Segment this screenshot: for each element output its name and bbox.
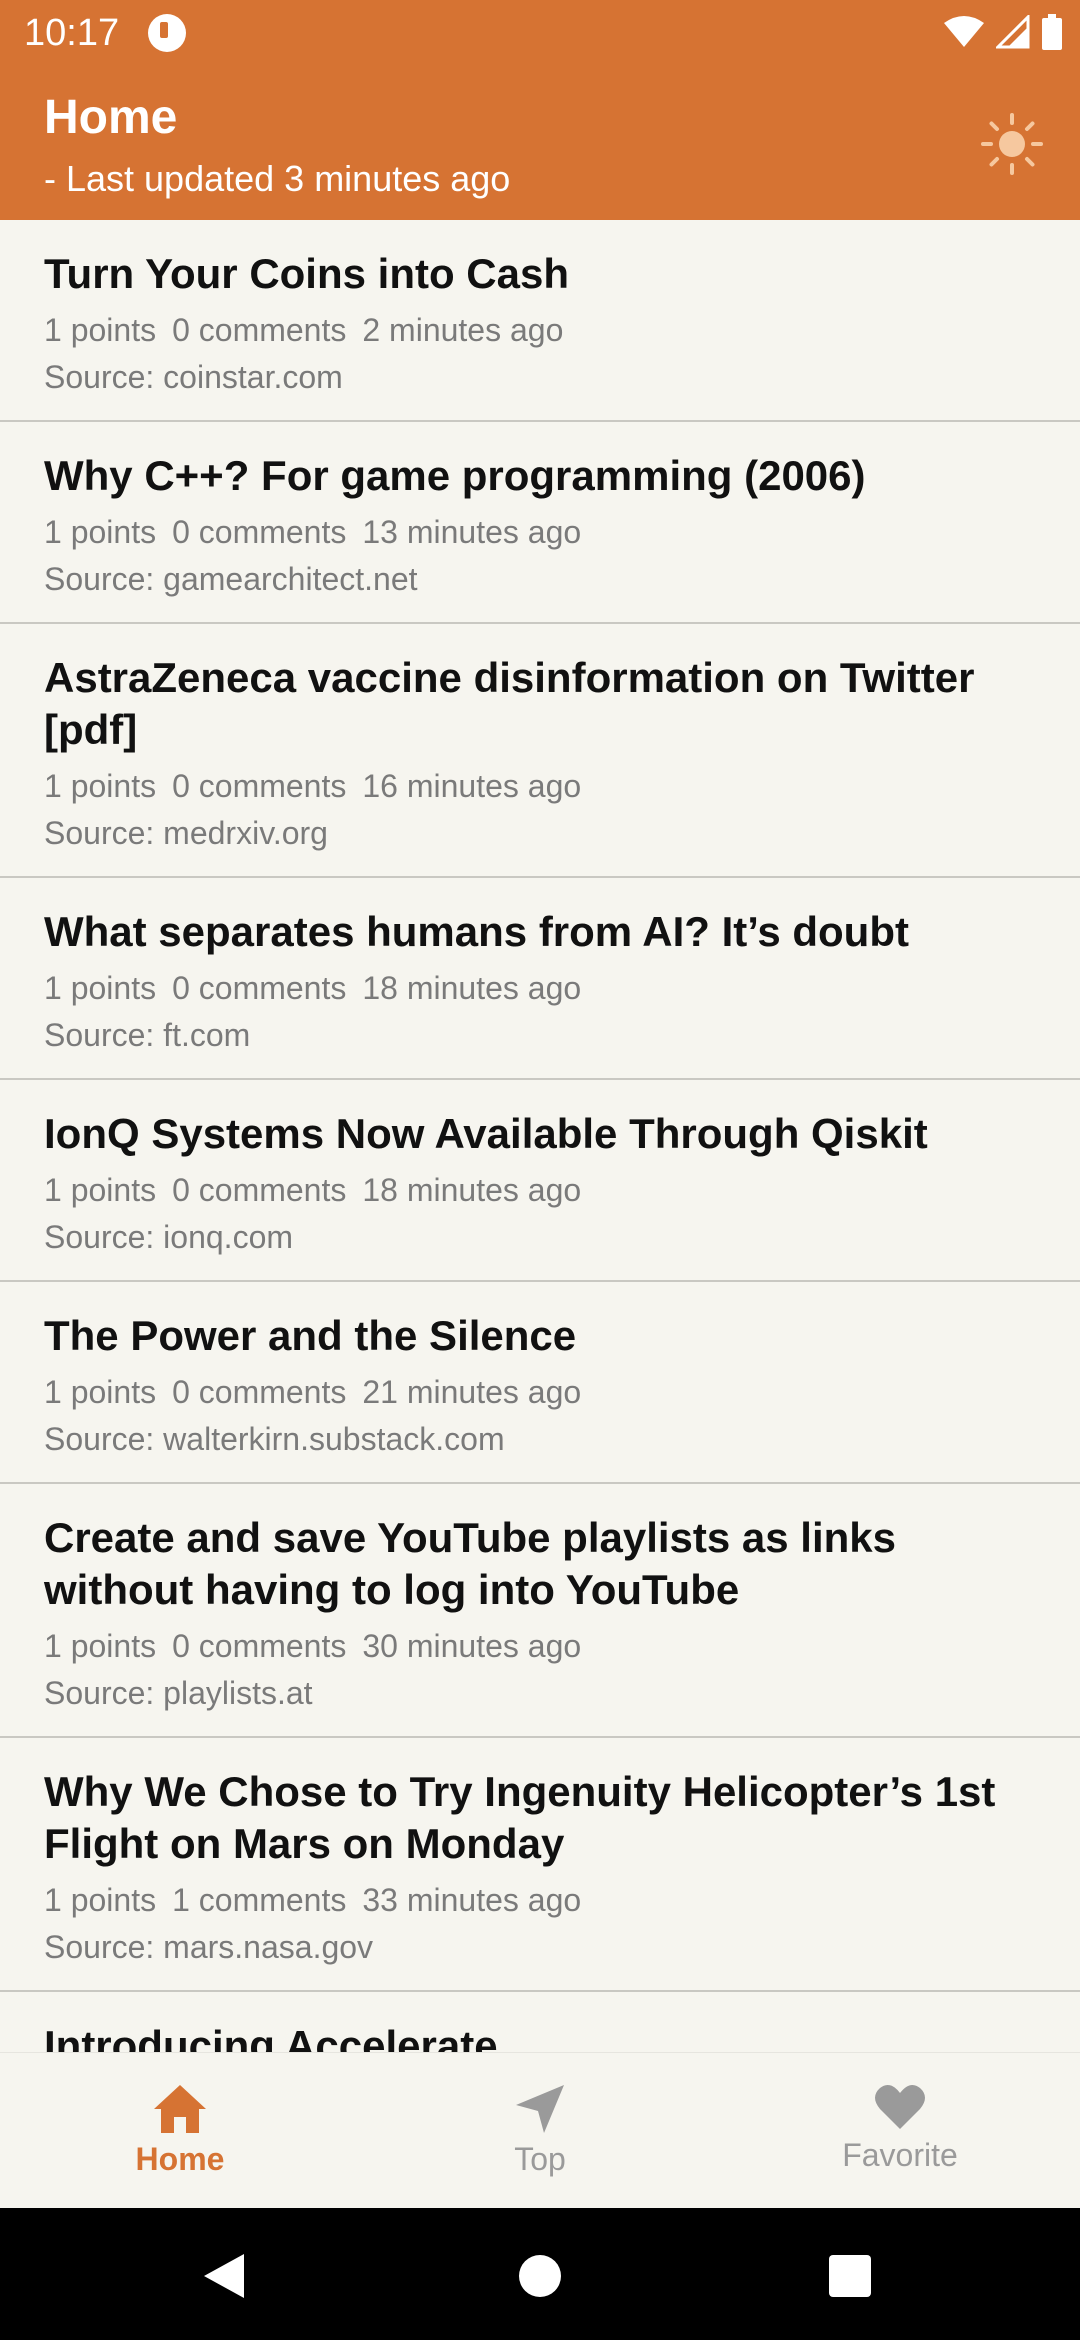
story-meta: 1 points 0 comments 16 minutes ago xyxy=(44,768,1036,805)
story-title: What separates humans from AI? It’s doub… xyxy=(44,908,909,955)
story-title: Why We Chose to Try Ingenuity Helicopter… xyxy=(44,1768,996,1867)
back-icon[interactable] xyxy=(202,2252,246,2300)
story-points: 1 points xyxy=(44,970,157,1006)
story-meta: 1 points 0 comments 2 minutes ago xyxy=(44,312,1036,349)
story-comments: 0 comments xyxy=(172,514,347,550)
story-points: 1 points xyxy=(44,1882,157,1918)
story-comments: 0 comments xyxy=(172,970,347,1006)
last-updated-text: - Last updated 3 minutes ago xyxy=(44,158,511,199)
story-item[interactable]: Introducing Accelerate xyxy=(0,1992,1080,2052)
home-icon xyxy=(154,2085,206,2133)
nav-item-home[interactable]: Home xyxy=(0,2053,360,2209)
status-icons xyxy=(944,14,1062,50)
story-source: Source: gamearchitect.net xyxy=(44,561,418,597)
story-title: Why C++? For game programming (2006) xyxy=(44,452,866,499)
story-points: 1 points xyxy=(44,1172,157,1208)
status-time: 10:17 xyxy=(24,12,120,54)
story-item[interactable]: What separates humans from AI? It’s doub… xyxy=(0,878,1080,1080)
nav-item-favorite[interactable]: Favorite xyxy=(720,2053,1080,2209)
recents-icon[interactable] xyxy=(828,2254,872,2298)
navigation-arrow-icon xyxy=(516,2085,564,2133)
status-bar: 10:17 xyxy=(0,0,1080,66)
story-item[interactable]: IonQ Systems Now Available Through Qiski… xyxy=(0,1080,1080,1282)
nav-label-favorite: Favorite xyxy=(842,2137,958,2173)
story-comments: 0 comments xyxy=(172,1172,347,1208)
story-item[interactable]: Turn Your Coins into Cash 1 points 0 com… xyxy=(0,220,1080,422)
story-title: AstraZeneca vaccine disinformation on Tw… xyxy=(44,654,975,753)
story-title: The Power and the Silence xyxy=(44,1312,577,1359)
story-title: IonQ Systems Now Available Through Qiski… xyxy=(44,1110,928,1157)
battery-icon xyxy=(1042,14,1062,50)
story-time: 16 minutes ago xyxy=(362,768,582,804)
heart-icon xyxy=(875,2084,925,2129)
story-title: Introducing Accelerate xyxy=(44,2022,498,2052)
theme-toggle-button[interactable] xyxy=(980,112,1044,176)
story-item[interactable]: Why C++? For game programming (2006) 1 p… xyxy=(0,422,1080,624)
nav-item-top[interactable]: Top xyxy=(360,2053,720,2209)
story-points: 1 points xyxy=(44,768,157,804)
story-comments: 0 comments xyxy=(172,1628,347,1664)
story-item[interactable]: AstraZeneca vaccine disinformation on Tw… xyxy=(0,624,1080,878)
story-source: Source: ft.com xyxy=(44,1017,251,1053)
wifi-icon xyxy=(944,16,984,47)
story-meta: 1 points 0 comments 18 minutes ago xyxy=(44,1172,1036,1209)
story-meta: 1 points 0 comments 30 minutes ago xyxy=(44,1628,1036,1665)
story-source: Source: walterkirn.substack.com xyxy=(44,1421,505,1457)
story-item[interactable]: Why We Chose to Try Ingenuity Helicopter… xyxy=(0,1738,1080,1992)
story-points: 1 points xyxy=(44,1374,157,1410)
system-navigation-bar xyxy=(0,2208,1080,2340)
story-title: Turn Your Coins into Cash xyxy=(44,250,569,297)
story-time: 30 minutes ago xyxy=(362,1628,582,1664)
story-comments: 1 comments xyxy=(172,1882,347,1918)
nav-label-home: Home xyxy=(135,2141,225,2177)
story-time: 33 minutes ago xyxy=(362,1882,582,1918)
story-meta: 1 points 0 comments 13 minutes ago xyxy=(44,514,1036,551)
story-item[interactable]: Create and save YouTube playlists as lin… xyxy=(0,1484,1080,1738)
story-time: 13 minutes ago xyxy=(362,514,582,550)
story-list[interactable]: Turn Your Coins into Cash 1 points 0 com… xyxy=(0,220,1080,2052)
story-comments: 0 comments xyxy=(172,1374,347,1410)
story-source: Source: playlists.at xyxy=(44,1675,313,1711)
story-source: Source: mars.nasa.gov xyxy=(44,1929,374,1965)
story-points: 1 points xyxy=(44,312,157,348)
story-points: 1 points xyxy=(44,514,157,550)
signal-icon xyxy=(996,15,1030,49)
story-meta: 1 points 1 comments 33 minutes ago xyxy=(44,1882,1036,1919)
sun-icon xyxy=(981,113,1043,175)
story-time: 18 minutes ago xyxy=(362,970,582,1006)
story-source: Source: medrxiv.org xyxy=(44,815,328,851)
story-source: Source: ionq.com xyxy=(44,1219,294,1255)
bottom-navigation: Home Top Favorite xyxy=(0,2052,1080,2209)
home-circle-icon[interactable] xyxy=(518,2254,562,2298)
story-points: 1 points xyxy=(44,1628,157,1664)
story-comments: 0 comments xyxy=(172,768,347,804)
app-notification-icon xyxy=(148,14,186,52)
app-bar: Home - Last updated 3 minutes ago xyxy=(0,66,1080,220)
story-time: 2 minutes ago xyxy=(362,312,564,348)
story-item[interactable]: The Power and the Silence 1 points 0 com… xyxy=(0,1282,1080,1484)
story-source: Source: coinstar.com xyxy=(44,359,343,395)
story-time: 18 minutes ago xyxy=(362,1172,582,1208)
story-meta: 1 points 0 comments 18 minutes ago xyxy=(44,970,1036,1007)
story-title: Create and save YouTube playlists as lin… xyxy=(44,1514,897,1613)
page-title: Home xyxy=(44,91,178,144)
story-meta: 1 points 0 comments 21 minutes ago xyxy=(44,1374,1036,1411)
story-comments: 0 comments xyxy=(172,312,347,348)
story-time: 21 minutes ago xyxy=(362,1374,582,1410)
nav-label-top: Top xyxy=(514,2141,566,2177)
